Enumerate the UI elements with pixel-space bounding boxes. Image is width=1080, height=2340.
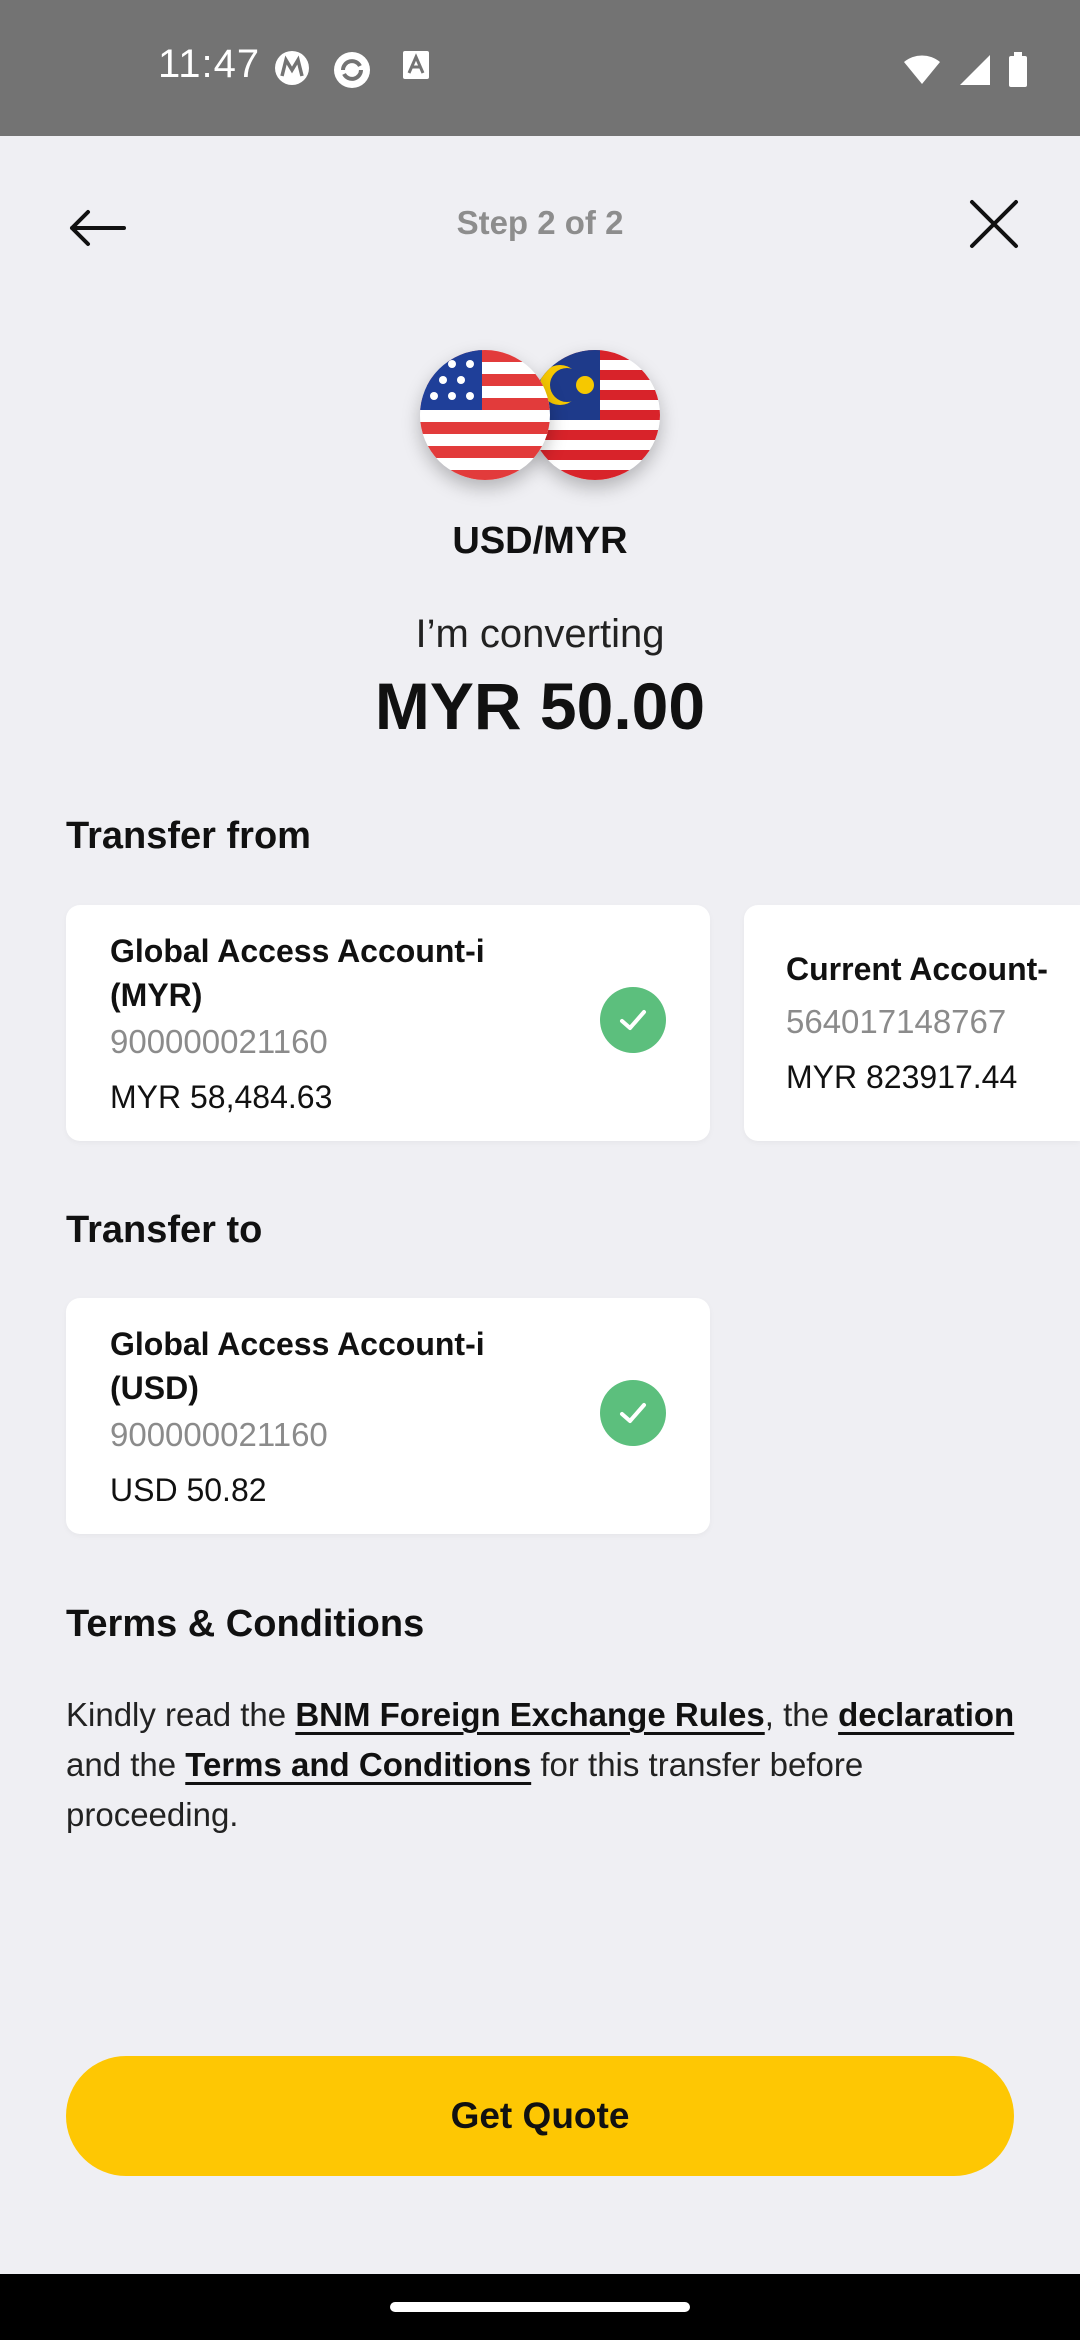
terms-text: Kindly read the BNM Foreign Exchange Rul… [66, 1690, 1026, 1840]
account-balance: MYR 823917.44 [786, 1059, 1018, 1095]
status-time: 11:47 [158, 42, 261, 86]
account-number: 900000021160 [110, 1023, 328, 1060]
close-icon [970, 200, 1018, 248]
usd-flag-icon [420, 350, 550, 480]
converting-label: I’m converting [415, 612, 665, 656]
m-app-icon [274, 50, 310, 86]
close-button[interactable] [962, 192, 1026, 256]
conversion-amount: MYR 50.00 [374, 669, 706, 743]
currency-pair: USD/MYR [452, 520, 628, 562]
step-indicator: Step 2 of 2 [456, 204, 624, 241]
transfer-to-title: Transfer to [66, 1209, 263, 1251]
sync-icon [332, 50, 370, 88]
account-name: Current Account- [786, 951, 1048, 987]
navigation-bar [0, 2274, 1080, 2340]
signal-icon [958, 53, 992, 92]
terms-conditions-link[interactable]: Terms and Conditions [185, 1746, 531, 1783]
home-indicator[interactable] [390, 2302, 690, 2312]
get-quote-button[interactable]: Get Quote [66, 2056, 1014, 2176]
terms-text-part: Kindly read the [66, 1696, 296, 1733]
currency-flags [420, 350, 660, 490]
wifi-icon [902, 54, 942, 91]
account-name: Global Access Account-i (USD) [110, 1326, 485, 1406]
check-icon [600, 1380, 666, 1446]
status-bar: 11:47 [0, 0, 1080, 136]
terms-text-part: and the [66, 1746, 186, 1783]
terms-text-part: , the [764, 1696, 839, 1733]
from-account-card-selected[interactable]: Global Access Account-i (MYR) 9000000211… [66, 905, 710, 1141]
app-bar: Step 2 of 2 [0, 136, 1080, 306]
battery-icon [1008, 52, 1028, 93]
to-account-card-selected[interactable]: Global Access Account-i (USD) 9000000211… [66, 1298, 710, 1534]
account-balance: USD 50.82 [110, 1472, 267, 1508]
account-number: 900000021160 [110, 1416, 328, 1453]
account-balance: MYR 58,484.63 [110, 1079, 333, 1115]
account-number: 564017148767 [786, 1003, 1007, 1040]
terms-title: Terms & Conditions [66, 1603, 425, 1645]
bnm-rules-link[interactable]: BNM Foreign Exchange Rules [295, 1696, 764, 1733]
transfer-from-title: Transfer from [66, 815, 311, 857]
declaration-link[interactable]: declaration [838, 1696, 1014, 1733]
from-account-card[interactable]: Current Account- 564017148767 MYR 823917… [744, 905, 1080, 1141]
account-name: Global Access Account-i (MYR) [110, 933, 485, 1013]
font-icon [398, 50, 434, 86]
check-icon [600, 987, 666, 1053]
